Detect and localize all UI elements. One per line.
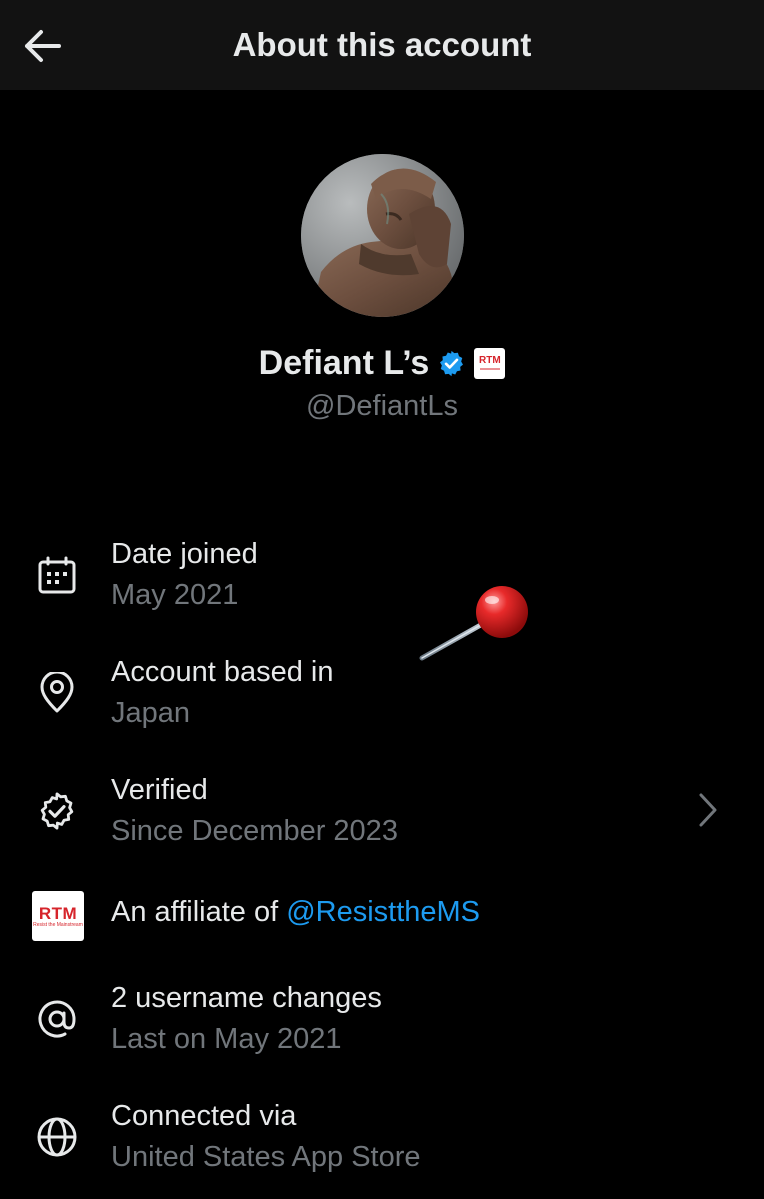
connected-via-label: Connected via (111, 1100, 297, 1132)
avatar (301, 154, 464, 317)
connected-via-value: United States App Store (111, 1141, 421, 1173)
username-changes-label: 2 username changes (111, 982, 382, 1014)
affiliate-badge: RTM (474, 347, 506, 379)
account-based-label: Account based in (111, 656, 334, 688)
rtm-logo: RTM Resist the Mainstream (31, 889, 85, 943)
location-pin-icon (30, 666, 84, 720)
account-based-row: Account based in Japan (0, 648, 764, 738)
verified-value: Since December 2023 (111, 815, 398, 847)
verified-row[interactable]: Verified Since December 2023 (0, 766, 764, 856)
date-joined-label: Date joined (111, 538, 258, 570)
at-sign-icon (30, 992, 84, 1046)
verified-outline-icon (30, 784, 84, 838)
username-changes-row: 2 username changes Last on May 2021 (0, 974, 764, 1064)
date-joined-value: May 2021 (111, 579, 239, 611)
profile-name-row: Defiant L’s RTM (0, 340, 764, 386)
affiliate-link[interactable]: @ResisttheMS (286, 896, 480, 928)
date-joined-row: Date joined May 2021 (0, 530, 764, 620)
page-title: About this account (232, 26, 532, 63)
account-based-value: Japan (111, 697, 191, 729)
display-name: Defiant L’s (258, 343, 430, 382)
connected-via-row: Connected via United States App Store (0, 1092, 764, 1182)
verified-check-icon (440, 350, 464, 376)
username-changes-value: Last on May 2021 (111, 1023, 342, 1055)
verified-label: Verified (111, 774, 208, 806)
affiliate-row: RTM Resist the Mainstream An affiliate o… (0, 884, 764, 948)
top-bar: About this account (0, 0, 764, 90)
username-handle: @DefiantLs (306, 389, 458, 422)
affiliate-label: An affiliate of @ResisttheMS (111, 896, 481, 928)
calendar-icon (30, 548, 84, 602)
globe-icon (30, 1110, 84, 1164)
chevron-right-icon (688, 785, 728, 835)
